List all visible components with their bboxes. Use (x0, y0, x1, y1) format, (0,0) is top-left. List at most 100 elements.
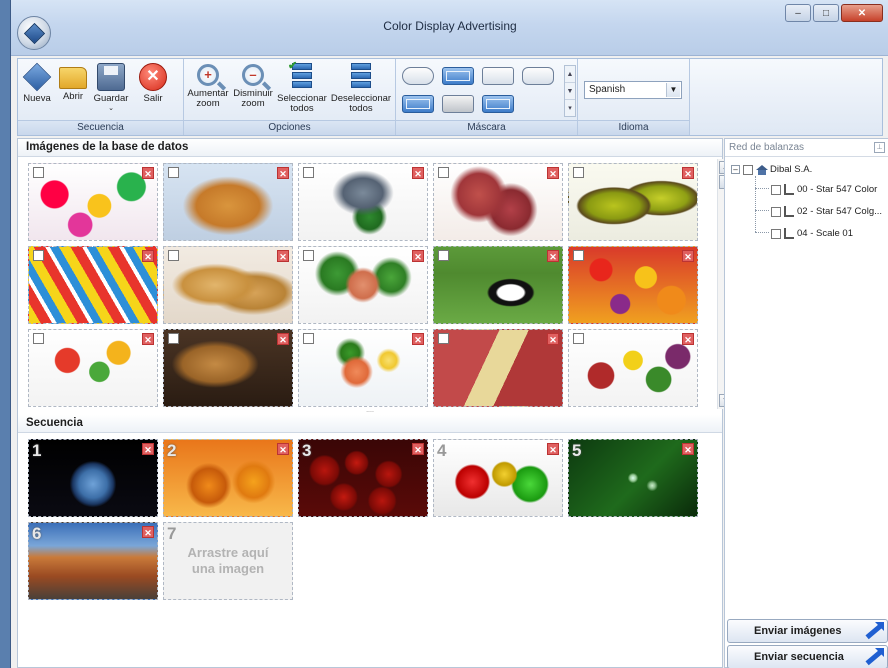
image-select-checkbox[interactable] (33, 167, 44, 178)
delete-image-icon[interactable]: ✕ (682, 333, 694, 345)
mask-option-light-frame[interactable] (482, 67, 514, 85)
database-image-thumb[interactable]: ✕ (433, 329, 563, 407)
tree-root-checkbox[interactable] (743, 164, 753, 175)
scale-checkbox[interactable] (771, 228, 781, 239)
database-image-thumb[interactable]: ✕ (28, 163, 158, 241)
deseleccionar-todos-button[interactable]: Deseleccionar todos (330, 63, 392, 114)
database-image-thumb[interactable]: ✕ (163, 246, 293, 324)
delete-image-icon[interactable]: ✕ (412, 167, 424, 179)
database-image-thumb[interactable]: ✕ (433, 163, 563, 241)
chevron-down-icon[interactable]: ▼ (666, 83, 680, 97)
database-image-thumb[interactable]: ✕ (298, 329, 428, 407)
image-select-checkbox[interactable] (33, 250, 44, 261)
delete-image-icon[interactable]: ✕ (277, 250, 289, 262)
aumentar-zoom-button[interactable]: + Aumentar zoom (186, 63, 230, 109)
delete-image-icon[interactable]: ✕ (547, 333, 559, 345)
abrir-button[interactable]: Abrir (58, 63, 88, 102)
image-select-checkbox[interactable] (168, 167, 179, 178)
tree-scale-item[interactable]: 00 - Star 547 Color (771, 184, 877, 195)
mask-option-soft-frame[interactable] (522, 67, 554, 85)
ribbon-group-idioma: Spanish ▼ Idioma (578, 59, 690, 135)
image-select-checkbox[interactable] (438, 333, 449, 344)
image-select-checkbox[interactable] (438, 167, 449, 178)
image-select-checkbox[interactable] (168, 250, 179, 261)
scale-checkbox[interactable] (771, 206, 781, 217)
send-sequence-button[interactable]: Enviar secuencia (727, 645, 888, 668)
database-image-thumb[interactable]: ✕ (568, 163, 698, 241)
delete-image-icon[interactable]: ✕ (547, 167, 559, 179)
image-select-checkbox[interactable] (573, 167, 584, 178)
delete-image-icon[interactable]: ✕ (142, 333, 154, 345)
image-select-checkbox[interactable] (303, 250, 314, 261)
database-image-thumb[interactable]: ✕ (433, 246, 563, 324)
guardar-button[interactable]: Guardar ⌄ (92, 63, 130, 114)
database-image-thumb[interactable]: ✕ (28, 246, 158, 324)
gallery-down-icon[interactable]: ▼ (565, 83, 575, 100)
sequence-image-thumb[interactable]: 3 ✕ (298, 439, 428, 517)
tree-scale-item[interactable]: 02 - Star 547 Colg... (771, 206, 882, 217)
remove-from-sequence-icon[interactable]: ✕ (142, 526, 154, 538)
sequence-image-thumb[interactable]: 4 ✕ (433, 439, 563, 517)
sequence-number: 2 (167, 441, 177, 460)
delete-image-icon[interactable]: ✕ (142, 167, 154, 179)
collapse-icon[interactable]: – (731, 165, 740, 174)
image-select-checkbox[interactable] (438, 250, 449, 261)
database-image-thumb[interactable]: ✕ (568, 329, 698, 407)
send-images-button[interactable]: Enviar imágenes (727, 619, 888, 643)
scale-icon (784, 228, 794, 239)
sequence-image-thumb[interactable]: 1 ✕ (28, 439, 158, 517)
delete-image-icon[interactable]: ✕ (142, 250, 154, 262)
gallery-more-icon[interactable]: ▾ (565, 100, 575, 117)
delete-image-icon[interactable]: ✕ (412, 333, 424, 345)
remove-from-sequence-icon[interactable]: ✕ (682, 443, 694, 455)
delete-image-icon[interactable]: ✕ (682, 167, 694, 179)
delete-image-icon[interactable]: ✕ (547, 250, 559, 262)
image-select-checkbox[interactable] (168, 333, 179, 344)
sequence-image-thumb[interactable]: 2 ✕ (163, 439, 293, 517)
mask-option-blue-small[interactable] (482, 95, 514, 113)
delete-image-icon[interactable]: ✕ (277, 167, 289, 179)
image-select-checkbox[interactable] (303, 167, 314, 178)
select-all-icon: ✔ (288, 61, 312, 91)
remove-from-sequence-icon[interactable]: ✕ (142, 443, 154, 455)
tree-root[interactable]: – Dibal S.A. (731, 164, 812, 175)
tree-scale-item[interactable]: 04 - Scale 01 (771, 228, 853, 239)
pin-icon[interactable]: ⊥ (874, 142, 885, 153)
deseleccionar-label-2: todos (349, 103, 373, 114)
image-select-checkbox[interactable] (573, 250, 584, 261)
image-select-checkbox[interactable] (33, 333, 44, 344)
salir-button[interactable]: ✕ Salir (138, 63, 168, 104)
remove-from-sequence-icon[interactable]: ✕ (412, 443, 424, 455)
minimize-button[interactable]: – (785, 4, 811, 22)
language-select[interactable]: Spanish ▼ (584, 81, 682, 99)
mask-option-blue-frame[interactable] (442, 67, 474, 85)
sequence-image-thumb[interactable]: 6 ✕ (28, 522, 158, 600)
sequence-drop-zone[interactable]: 7 Arrastre aquí una imagen (163, 522, 293, 600)
maximize-button[interactable]: □ (813, 4, 839, 22)
mask-gallery-scroll[interactable]: ▲ ▼ ▾ (564, 65, 576, 117)
delete-image-icon[interactable]: ✕ (277, 333, 289, 345)
remove-from-sequence-icon[interactable]: ✕ (277, 443, 289, 455)
delete-image-icon[interactable]: ✕ (682, 250, 694, 262)
scale-checkbox[interactable] (771, 184, 781, 195)
mask-option-blue-wide[interactable] (402, 95, 434, 113)
mask-option-rounded[interactable] (402, 67, 434, 85)
database-image-thumb[interactable]: ✕ (298, 163, 428, 241)
delete-image-icon[interactable]: ✕ (412, 250, 424, 262)
database-image-thumb[interactable]: ✕ (568, 246, 698, 324)
remove-from-sequence-icon[interactable]: ✕ (547, 443, 559, 455)
seleccionar-todos-button[interactable]: ✔ Seleccionar todos (276, 61, 328, 114)
nueva-button[interactable]: Nueva (22, 62, 52, 104)
sequence-image-thumb[interactable]: 5 ✕ (568, 439, 698, 517)
database-image-thumb[interactable]: ✕ (163, 163, 293, 241)
image-select-checkbox[interactable] (573, 333, 584, 344)
gallery-up-icon[interactable]: ▲ (565, 66, 575, 83)
image-select-checkbox[interactable] (303, 333, 314, 344)
sequence-number: 6 (32, 524, 42, 543)
database-image-thumb[interactable]: ✕ (163, 329, 293, 407)
database-image-thumb[interactable]: ✕ (298, 246, 428, 324)
mask-option-grey-frame[interactable] (442, 95, 474, 113)
close-window-button[interactable]: ✕ (841, 4, 883, 22)
disminuir-zoom-button[interactable]: – Disminuir zoom (232, 63, 274, 109)
database-image-thumb[interactable]: ✕ (28, 329, 158, 407)
